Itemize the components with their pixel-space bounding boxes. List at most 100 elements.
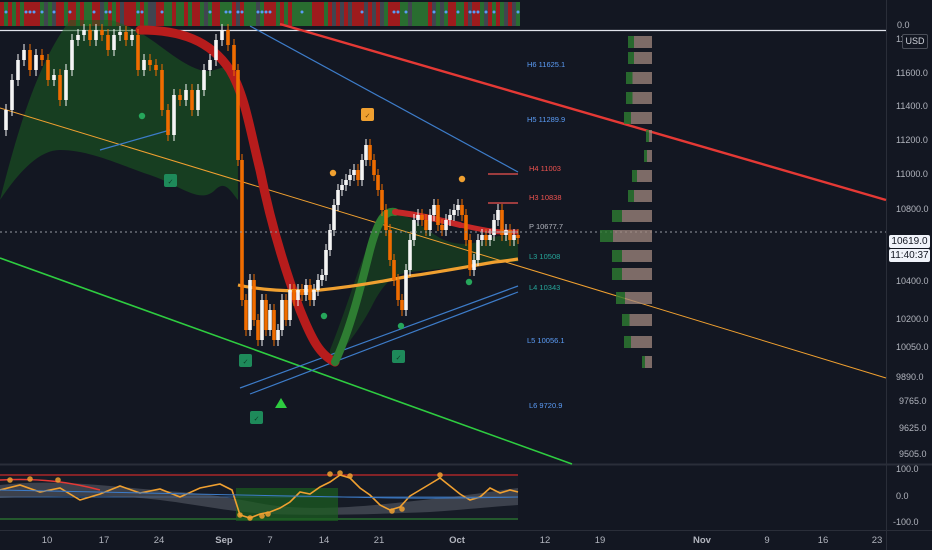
candle-body[interactable]: [178, 95, 182, 100]
candle-body[interactable]: [412, 220, 416, 240]
candle-body[interactable]: [456, 205, 460, 210]
candle-body[interactable]: [372, 160, 376, 175]
candle-body[interactable]: [416, 215, 420, 220]
candle-body[interactable]: [280, 300, 284, 330]
candle-body[interactable]: [22, 50, 26, 60]
candle-body[interactable]: [288, 290, 292, 320]
candle-body[interactable]: [368, 145, 372, 160]
candle-body[interactable]: [304, 285, 308, 295]
candle-body[interactable]: [476, 240, 480, 260]
candle-body[interactable]: [236, 70, 240, 160]
candle-body[interactable]: [512, 235, 516, 240]
candle-body[interactable]: [46, 60, 50, 80]
candle-body[interactable]: [488, 235, 492, 240]
candle-body[interactable]: [424, 220, 428, 230]
currency-label[interactable]: USD: [902, 34, 928, 49]
candle-body[interactable]: [388, 230, 392, 260]
candle-body[interactable]: [296, 290, 300, 300]
candle-body[interactable]: [436, 205, 440, 225]
candle-body[interactable]: [292, 290, 296, 300]
candle-body[interactable]: [82, 30, 86, 35]
candle-body[interactable]: [360, 160, 364, 180]
candle-body[interactable]: [52, 75, 56, 80]
candle-body[interactable]: [160, 70, 164, 110]
candle-body[interactable]: [64, 70, 68, 100]
candle-body[interactable]: [232, 45, 236, 70]
candle-body[interactable]: [112, 35, 116, 50]
candle-body[interactable]: [400, 300, 404, 310]
candle-body[interactable]: [208, 60, 212, 70]
candle-body[interactable]: [308, 285, 312, 300]
candle-body[interactable]: [380, 190, 384, 210]
candle-body[interactable]: [364, 145, 368, 160]
candle-body[interactable]: [336, 190, 340, 205]
candle-body[interactable]: [226, 30, 230, 45]
candle-body[interactable]: [16, 60, 20, 80]
candle-body[interactable]: [320, 275, 324, 280]
candle-body[interactable]: [516, 235, 520, 238]
candle-body[interactable]: [344, 180, 348, 185]
candle-body[interactable]: [472, 260, 476, 270]
candle-body[interactable]: [124, 32, 128, 40]
candle-body[interactable]: [172, 95, 176, 135]
candle-body[interactable]: [492, 220, 496, 235]
candle-body[interactable]: [356, 170, 360, 180]
candle-body[interactable]: [328, 230, 332, 250]
candle-body[interactable]: [40, 55, 44, 60]
candle-body[interactable]: [220, 30, 224, 40]
candle-body[interactable]: [106, 35, 110, 50]
candle-body[interactable]: [88, 30, 92, 40]
candle-body[interactable]: [248, 280, 252, 330]
candle-body[interactable]: [324, 250, 328, 275]
candle-body[interactable]: [420, 215, 424, 220]
candle-body[interactable]: [352, 170, 356, 175]
candle-body[interactable]: [244, 300, 248, 330]
candle-body[interactable]: [154, 65, 158, 70]
candle-body[interactable]: [148, 60, 152, 65]
candle-body[interactable]: [392, 260, 396, 280]
candle-body[interactable]: [444, 220, 448, 230]
candle-body[interactable]: [376, 175, 380, 190]
candle-body[interactable]: [452, 210, 456, 215]
candle-body[interactable]: [428, 215, 432, 230]
candle-body[interactable]: [396, 280, 400, 300]
candle-body[interactable]: [196, 90, 200, 110]
candle-body[interactable]: [118, 32, 122, 35]
candle-body[interactable]: [10, 80, 14, 110]
candle-body[interactable]: [252, 280, 256, 320]
candle-body[interactable]: [500, 210, 504, 235]
candle-body[interactable]: [348, 175, 352, 180]
candle-body[interactable]: [256, 320, 260, 340]
candle-body[interactable]: [276, 330, 280, 340]
candle-body[interactable]: [300, 290, 304, 295]
candle-body[interactable]: [484, 235, 488, 240]
candle-body[interactable]: [268, 310, 272, 330]
candle-body[interactable]: [136, 35, 140, 70]
candle-body[interactable]: [28, 50, 32, 70]
candle-body[interactable]: [272, 310, 276, 340]
candle-body[interactable]: [240, 160, 244, 300]
candle-body[interactable]: [384, 210, 388, 230]
candle-body[interactable]: [440, 225, 444, 230]
candle-body[interactable]: [448, 215, 452, 220]
candle-body[interactable]: [130, 35, 134, 40]
candle-body[interactable]: [404, 270, 408, 310]
candle-body[interactable]: [496, 210, 500, 220]
candle-body[interactable]: [4, 110, 8, 130]
candle-body[interactable]: [142, 60, 146, 70]
candle-body[interactable]: [332, 205, 336, 230]
candle-body[interactable]: [340, 185, 344, 190]
chart-canvas[interactable]: H6 11625.1 H5 11289.9 H4 11003 H3 10838 …: [0, 0, 932, 550]
candle-body[interactable]: [94, 30, 98, 40]
candle-body[interactable]: [432, 205, 436, 215]
oscillator-pane[interactable]: [0, 470, 519, 521]
candle-body[interactable]: [70, 40, 74, 70]
candle-body[interactable]: [468, 240, 472, 270]
candle-body[interactable]: [190, 90, 194, 110]
candle-body[interactable]: [34, 55, 38, 70]
candle-body[interactable]: [408, 240, 412, 270]
candle-body[interactable]: [184, 90, 188, 100]
candle-body[interactable]: [264, 300, 268, 330]
candle-body[interactable]: [480, 235, 484, 240]
candle-body[interactable]: [260, 300, 264, 340]
